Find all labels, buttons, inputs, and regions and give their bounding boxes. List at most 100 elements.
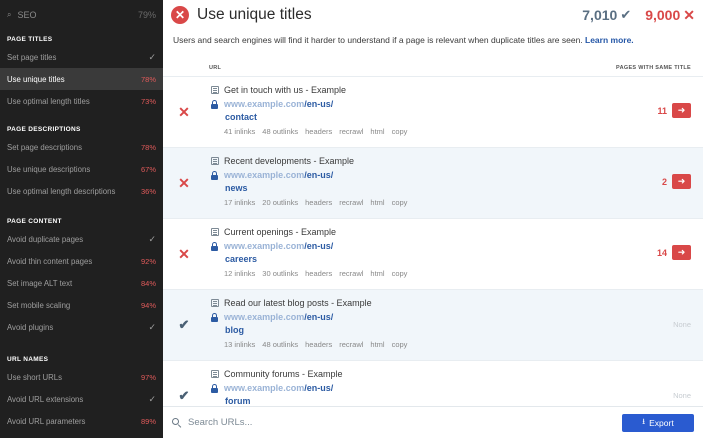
cross-icon: ✕ <box>178 103 190 120</box>
failed-count[interactable]: 9,000 <box>645 7 680 23</box>
table-row[interactable]: ✕ Recent developments - Example www.exampl… <box>163 147 703 218</box>
sidebar-item-label: Avoid duplicate pages <box>7 234 84 244</box>
meta-link[interactable]: 17 inlinks <box>224 198 255 207</box>
row-meta: 12 inlinks 30 outlinks headers recrawl html c… <box>224 269 414 278</box>
url-path: /en-us/ <box>304 99 334 109</box>
meta-link[interactable]: copy <box>392 340 408 349</box>
url-path: /en-us/ <box>304 241 334 251</box>
meta-link[interactable]: recrawl <box>339 198 363 207</box>
row-url[interactable]: www.example.com/en-us/ <box>224 312 333 322</box>
duplicate-count: None <box>673 391 691 400</box>
sidebar-item-label: Avoid plugins <box>7 322 54 332</box>
table-row[interactable]: ✕ Current openings - Example www.example.c… <box>163 218 703 289</box>
check-icon: ✓ <box>148 321 156 332</box>
meta-link[interactable]: headers <box>305 269 332 278</box>
main-panel: ✕ Use unique titles 7,010 ✔ 9,000 ✕ User… <box>163 0 703 438</box>
meta-link[interactable]: headers <box>305 340 332 349</box>
sidebar-section-title: PAGE DESCRIPTIONS <box>7 126 81 133</box>
meta-link[interactable]: headers <box>305 127 332 136</box>
row-url[interactable]: www.example.com/en-us/ <box>224 170 333 180</box>
meta-link[interactable]: html <box>370 269 384 278</box>
arrow-right-icon[interactable]: ➜ <box>672 245 691 260</box>
meta-link[interactable]: 20 outlinks <box>262 198 298 207</box>
sidebar-item-label: Use unique titles <box>7 74 65 84</box>
sidebar-item-score: 67% <box>140 164 156 174</box>
row-page-title: Recent developments - Example <box>224 156 355 166</box>
meta-link[interactable]: copy <box>392 269 408 278</box>
meta-link[interactable]: recrawl <box>339 269 363 278</box>
arrow-right-icon[interactable]: ➜ <box>672 103 691 118</box>
duplicate-count: None <box>673 320 691 329</box>
row-meta: 41 inlinks 48 outlinks headers recrawl html c… <box>224 127 414 136</box>
document-icon <box>211 157 219 165</box>
sidebar-item[interactable]: Use optimal length titles 73% <box>0 90 163 112</box>
column-header-url[interactable]: URL <box>209 65 221 71</box>
table-row[interactable]: ✕ Get in touch with us - Example www.examp… <box>163 76 703 147</box>
sidebar-item-score: 78% <box>140 142 156 152</box>
sidebar-item[interactable]: Use unique descriptions 67% <box>0 158 163 180</box>
url-domain: www.example.com <box>224 99 305 109</box>
footer: ⭳ Export <box>163 406 703 438</box>
url-slug[interactable]: careers <box>225 254 257 264</box>
sidebar-item[interactable]: Use optimal length descriptions 36% <box>0 180 163 202</box>
check-icon: ✔ <box>178 388 190 403</box>
meta-link[interactable]: 30 outlinks <box>262 269 298 278</box>
sidebar-header[interactable]: ⌕ SEO 79% <box>0 0 163 30</box>
lock-icon <box>211 100 218 109</box>
sidebar-item[interactable]: Avoid duplicate pages ✓ <box>0 228 163 250</box>
sidebar-item[interactable]: Avoid thin content pages 92% <box>0 250 163 272</box>
meta-link[interactable]: 48 outlinks <box>262 340 298 349</box>
sidebar-item[interactable]: Set mobile scaling 94% <box>0 294 163 316</box>
meta-link[interactable]: copy <box>392 127 408 136</box>
sidebar-section-title: PAGE TITLES <box>7 36 53 43</box>
passed-count[interactable]: 7,010 <box>582 7 617 23</box>
sidebar-item-score: 89% <box>140 416 156 426</box>
table-row[interactable]: ✔ Read our latest blog posts - Example www… <box>163 289 703 360</box>
sidebar-item[interactable]: Avoid URL extensions ✓ <box>0 388 163 410</box>
export-button[interactable]: ⭳ Export <box>622 413 694 432</box>
url-slug[interactable]: blog <box>225 325 244 335</box>
search-input[interactable] <box>188 417 622 428</box>
meta-link[interactable]: 12 inlinks <box>224 269 255 278</box>
url-path: /en-us/ <box>304 312 334 322</box>
learn-more-link[interactable]: Learn more. <box>585 35 634 45</box>
download-icon: ⭳ <box>642 416 646 426</box>
sidebar-item[interactable]: Set page titles ✓ <box>0 46 163 68</box>
meta-link[interactable]: html <box>370 127 384 136</box>
row-meta: 17 inlinks 20 outlinks headers recrawl html c… <box>224 198 414 207</box>
meta-link[interactable]: copy <box>392 198 408 207</box>
meta-link[interactable]: 41 inlinks <box>224 127 255 136</box>
url-path: /en-us/ <box>304 383 334 393</box>
row-url[interactable]: www.example.com/en-us/ <box>224 241 333 251</box>
document-icon <box>211 86 219 94</box>
meta-link[interactable]: headers <box>305 198 332 207</box>
meta-link[interactable]: 48 outlinks <box>262 127 298 136</box>
sidebar-item[interactable]: Use short URLs 97% <box>0 366 163 388</box>
sidebar-item[interactable]: Avoid plugins ✓ <box>0 316 163 338</box>
url-domain: www.example.com <box>224 170 305 180</box>
sidebar-item-score: 94% <box>140 300 156 310</box>
row-url[interactable]: www.example.com/en-us/ <box>224 99 333 109</box>
row-url[interactable]: www.example.com/en-us/ <box>224 383 333 393</box>
url-slug[interactable]: news <box>225 183 248 193</box>
meta-link[interactable]: html <box>370 340 384 349</box>
sidebar-section: PAGE TITLES Set page titles ✓ Use unique ti… <box>0 36 163 112</box>
meta-link[interactable]: 13 inlinks <box>224 340 255 349</box>
sidebar-item-label: Use short URLs <box>7 372 63 382</box>
sidebar-item-label: Set image ALT text <box>7 278 73 288</box>
sidebar-item-label: Set page descriptions <box>7 142 82 152</box>
sidebar-item[interactable]: Avoid URL parameters 89% <box>0 410 163 432</box>
sidebar-item[interactable]: Set image ALT text 84% <box>0 272 163 294</box>
meta-link[interactable]: html <box>370 198 384 207</box>
row-page-title: Current openings - Example <box>224 227 337 237</box>
sidebar-item[interactable]: Set page descriptions 78% <box>0 136 163 158</box>
meta-link[interactable]: recrawl <box>339 127 363 136</box>
column-header-pages[interactable]: PAGES WITH SAME TITLE <box>616 65 691 71</box>
url-slug[interactable]: contact <box>225 112 257 122</box>
sidebar-item[interactable]: Use unique titles 78% <box>0 68 163 90</box>
table-row[interactable]: ✔ Community forums - Example www.example.c… <box>163 360 703 406</box>
sidebar-item-label: Use optimal length titles <box>7 96 90 106</box>
arrow-right-icon[interactable]: ➜ <box>672 174 691 189</box>
meta-link[interactable]: recrawl <box>339 340 363 349</box>
url-slug[interactable]: forum <box>225 396 251 406</box>
